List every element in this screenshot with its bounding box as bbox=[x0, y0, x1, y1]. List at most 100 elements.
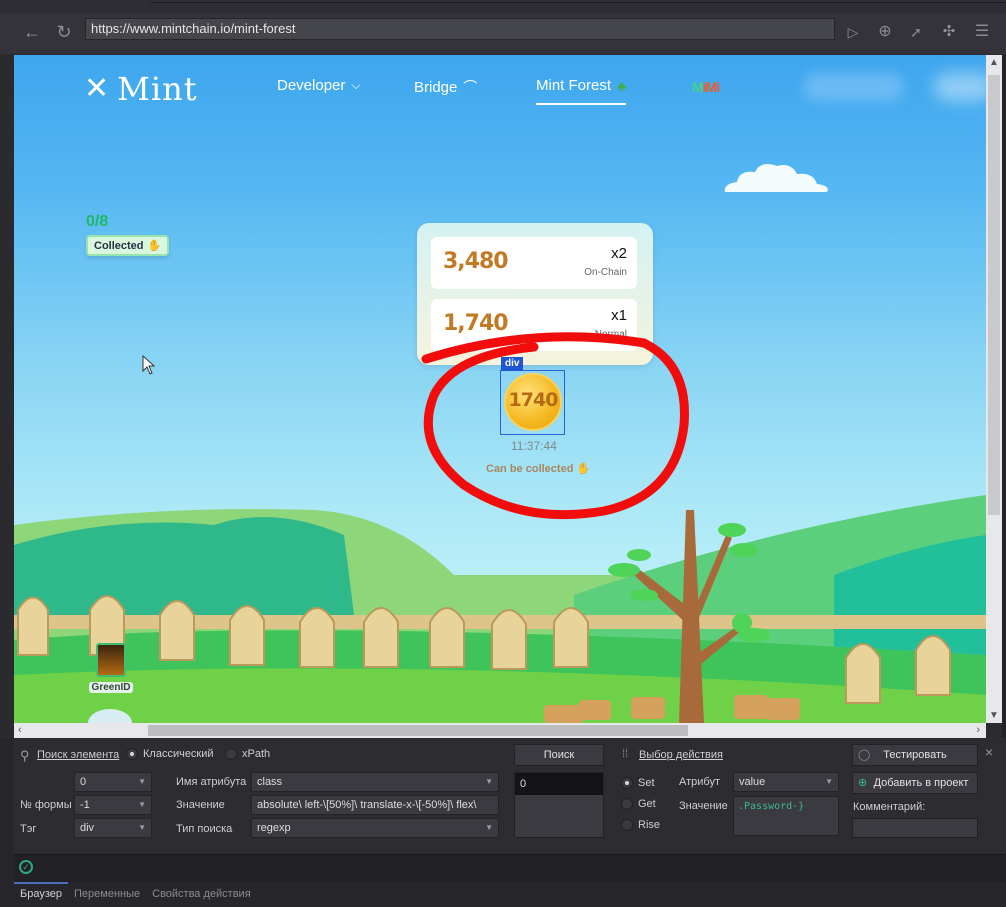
caret-down-icon: ▼ bbox=[825, 777, 833, 786]
search-button[interactable]: Поиск bbox=[514, 744, 604, 766]
scroll-down-icon[interactable]: ▼ bbox=[986, 710, 1002, 721]
hand-icon: ✋ bbox=[576, 463, 591, 475]
action-select-link[interactable]: Выбор действия bbox=[639, 749, 723, 761]
tag-select[interactable]: div ▼ bbox=[74, 818, 152, 838]
test-button-label: Тестировать bbox=[883, 749, 947, 761]
browser-toolbar: ← ↻ https://www.mintchain.io/mint-forest… bbox=[0, 14, 1006, 54]
nav-developer[interactable]: Developer ⌵ bbox=[277, 77, 360, 94]
url-input[interactable]: https://www.mintchain.io/mint-forest bbox=[85, 18, 835, 40]
green-id-label: GreenID bbox=[88, 682, 134, 693]
comment-input[interactable] bbox=[852, 818, 978, 838]
coin-timer: 11:37:44 bbox=[511, 439, 557, 453]
attr-name-value: class bbox=[257, 776, 283, 788]
value-label: Значение bbox=[176, 799, 225, 811]
nav-mint-forest-label: Mint Forest bbox=[536, 77, 612, 94]
action-panel: ⚲ Поиск элемента Классический xPath 0 ▼ №… bbox=[0, 738, 1006, 907]
caret-down-icon: ▼ bbox=[485, 777, 493, 786]
tag-label: Тэг bbox=[20, 823, 37, 835]
search-result-value: 0 bbox=[515, 773, 603, 795]
chevron-down-icon: ⌵ bbox=[351, 78, 361, 92]
radio-classic[interactable]: Классический bbox=[126, 748, 214, 760]
horizontal-scrollbar[interactable]: ‹ › bbox=[14, 723, 986, 738]
page-viewport: ✕ Mint Developer ⌵ Bridge ⌒ Mint Forest … bbox=[14, 55, 986, 723]
reward-label: Normal bbox=[594, 329, 627, 340]
search-type-select[interactable]: regexp ▼ bbox=[251, 818, 499, 838]
radio-dot bbox=[225, 748, 237, 760]
vertical-scrollbar[interactable]: ▲ ▼ bbox=[986, 55, 1002, 723]
blurred-account[interactable] bbox=[934, 73, 986, 101]
action-value-label: Значение bbox=[679, 800, 728, 812]
radio-get[interactable]: Get bbox=[621, 798, 656, 810]
nav-mint-forest[interactable]: Mint Forest ♣ bbox=[536, 77, 627, 105]
search-element-link[interactable]: Поиск элемента bbox=[37, 749, 119, 761]
mouse-cursor-icon bbox=[142, 355, 156, 375]
action-panel-body: ⚲ Поиск элемента Классический xPath 0 ▼ №… bbox=[14, 738, 1006, 854]
extension-icon[interactable]: ✣ bbox=[937, 20, 961, 44]
radio-classic-label: Классический bbox=[143, 748, 214, 760]
mimi-part2: iMi bbox=[702, 79, 720, 95]
reward-row-normal[interactable]: 1,740 x1 Normal bbox=[431, 299, 637, 351]
attribute-label: Атрибут bbox=[679, 776, 720, 788]
caret-down-icon: ▼ bbox=[485, 823, 493, 832]
tab-variables[interactable]: Переменные bbox=[68, 882, 146, 907]
tree-icon: ♣ bbox=[617, 77, 627, 94]
collected-badge[interactable]: Collected ✋ bbox=[86, 235, 170, 256]
radio-xpath[interactable]: xPath bbox=[225, 748, 270, 760]
mint-logo[interactable]: ✕ Mint bbox=[84, 67, 198, 111]
inspector-tag: div bbox=[501, 357, 524, 371]
index-select[interactable]: 0 ▼ bbox=[74, 772, 152, 792]
form-number-select[interactable]: -1 ▼ bbox=[74, 795, 152, 815]
scroll-up-icon[interactable]: ▲ bbox=[986, 57, 1002, 68]
target-icon[interactable]: ⊕ bbox=[873, 20, 897, 44]
reward-label: On-Chain bbox=[584, 267, 627, 278]
element-inspector-highlight bbox=[500, 370, 565, 435]
mimi-logo[interactable]: MiMi bbox=[692, 79, 720, 95]
search-type-label: Тип поиска bbox=[176, 823, 233, 835]
reward-multiplier: x2 bbox=[611, 245, 627, 262]
reward-row-onchain[interactable]: 3,480 x2 On-Chain bbox=[431, 237, 637, 289]
radio-rise[interactable]: Rise bbox=[621, 819, 660, 831]
cloud-decoration bbox=[724, 164, 828, 192]
tab-edge bbox=[150, 0, 1006, 3]
form-number-value: -1 bbox=[80, 799, 90, 811]
radio-dot bbox=[621, 819, 633, 831]
reload-icon[interactable]: ↻ bbox=[52, 20, 76, 44]
action-value-input[interactable]: .Password-} bbox=[733, 796, 839, 836]
vertical-scroll-thumb[interactable] bbox=[988, 75, 1000, 515]
grid-icon: ⁞⁞ bbox=[622, 748, 629, 760]
radio-set-label: Set bbox=[638, 777, 655, 789]
mimi-part1: M bbox=[692, 79, 704, 95]
blurred-button[interactable] bbox=[804, 73, 904, 101]
horizontal-scroll-thumb[interactable] bbox=[148, 725, 688, 736]
reward-amount: 1,740 bbox=[443, 311, 509, 336]
test-button[interactable]: ◯ Тестировать bbox=[852, 744, 978, 766]
coin-status: Can be collected bbox=[486, 463, 574, 475]
radio-dot bbox=[621, 777, 633, 789]
caret-down-icon: ▼ bbox=[138, 800, 146, 809]
close-icon[interactable]: × bbox=[985, 744, 993, 760]
status-ok-icon: ✓ bbox=[19, 860, 33, 874]
caret-down-icon: ▼ bbox=[138, 777, 146, 786]
scroll-left-icon[interactable]: ‹ bbox=[18, 723, 22, 738]
reward-card: 3,480 x2 On-Chain 1,740 x1 Normal bbox=[417, 223, 653, 365]
value-input[interactable]: absolute\ left-\[50%]\ translate-x-\[-50… bbox=[251, 795, 499, 815]
attribute-select[interactable]: value ▼ bbox=[733, 772, 839, 792]
radio-set[interactable]: Set bbox=[621, 777, 655, 789]
site-nav: ✕ Mint Developer ⌵ Bridge ⌒ Mint Forest … bbox=[14, 55, 986, 125]
tab-action-properties[interactable]: Свойства действия bbox=[146, 882, 257, 907]
add-to-project-label: Добавить в проект bbox=[873, 777, 969, 789]
reward-multiplier: x1 bbox=[611, 307, 627, 324]
attr-name-select[interactable]: class ▼ bbox=[251, 772, 499, 792]
green-id[interactable]: GreenID bbox=[88, 643, 134, 695]
play-icon[interactable]: ▷ bbox=[841, 20, 865, 44]
tab-browser[interactable]: Браузер bbox=[14, 882, 68, 907]
comment-label: Комментарий: bbox=[853, 801, 926, 813]
left-frame bbox=[0, 55, 14, 738]
menu-icon[interactable]: ☰ bbox=[970, 20, 994, 44]
scroll-right-icon[interactable]: › bbox=[976, 723, 980, 738]
cursor-icon[interactable]: ➚ bbox=[904, 20, 928, 44]
back-icon[interactable]: ← bbox=[20, 20, 44, 44]
nav-bridge-label: Bridge bbox=[414, 78, 458, 96]
nav-bridge[interactable]: Bridge ⌒ bbox=[414, 77, 477, 97]
add-to-project-button[interactable]: ⊕ Добавить в проект bbox=[852, 772, 978, 794]
